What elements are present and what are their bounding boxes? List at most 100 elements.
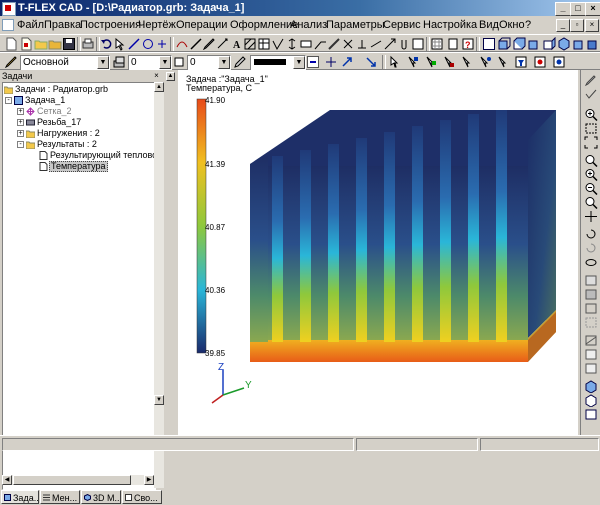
view-back-icon[interactable] <box>586 37 600 51</box>
filter-icon[interactable] <box>514 55 528 69</box>
image-icon[interactable] <box>411 37 425 51</box>
line-type-icon[interactable] <box>306 55 320 69</box>
zoom-previous-icon[interactable] <box>584 196 598 209</box>
tab-3d-model[interactable]: 3D М... <box>81 490 121 504</box>
orbit-icon[interactable] <box>584 256 598 269</box>
zoom-arrow-icon[interactable] <box>364 55 378 69</box>
document-icon[interactable] <box>2 19 14 31</box>
fit-view-icon[interactable] <box>584 136 598 149</box>
shaded-icon[interactable] <box>584 288 598 301</box>
print-icon[interactable] <box>81 37 95 51</box>
save-icon[interactable] <box>62 37 76 51</box>
select-edge-icon[interactable] <box>406 55 420 69</box>
select-body-icon[interactable] <box>442 55 456 69</box>
render-icon[interactable] <box>584 274 598 287</box>
light-icon[interactable] <box>584 362 598 375</box>
blue-arrow-icon[interactable] <box>340 55 354 69</box>
new-doc-icon[interactable] <box>4 37 18 51</box>
mdi-minimize-button[interactable]: _ <box>556 19 570 32</box>
tab-properties[interactable]: Сво... <box>122 490 162 504</box>
menu-formatting[interactable]: Оформление <box>230 16 298 34</box>
view-bottom-icon[interactable] <box>572 37 586 51</box>
menu-settings[interactable]: Настройка <box>423 16 477 34</box>
leader-icon[interactable] <box>313 37 327 51</box>
zoom-out-icon[interactable] <box>584 182 598 195</box>
tree-horizontal-scrollbar[interactable]: ◀ ▶ <box>2 475 154 485</box>
mdi-restore-button[interactable]: ▫ <box>570 19 584 32</box>
weld-icon[interactable] <box>369 37 383 51</box>
grid-icon[interactable] <box>430 37 444 51</box>
select-all-icon[interactable] <box>496 55 510 69</box>
check-icon[interactable] <box>584 88 598 101</box>
line-icon[interactable] <box>127 37 141 51</box>
circle-icon[interactable] <box>141 37 155 51</box>
color-picker-icon[interactable] <box>233 55 247 69</box>
select-mode-icon[interactable] <box>388 55 402 69</box>
maximize-button[interactable]: □ <box>570 2 586 16</box>
menu-file[interactable]: Файл <box>17 16 44 34</box>
open-recent-icon[interactable] <box>48 37 62 51</box>
rotate-axis-icon[interactable] <box>584 242 598 255</box>
view-settings-icon[interactable] <box>584 408 598 421</box>
minimize-button[interactable]: _ <box>555 2 571 16</box>
tolerance-icon[interactable] <box>299 37 313 51</box>
panel-splitter[interactable]: ▲ <box>165 70 176 435</box>
help-icon[interactable]: ? <box>461 37 475 51</box>
menu-edit[interactable]: Правка <box>44 16 81 34</box>
close-icon[interactable]: × <box>152 71 161 80</box>
collapse-icon[interactable]: - <box>17 141 24 148</box>
scroll-thumb[interactable] <box>13 475 131 485</box>
table-icon[interactable] <box>257 37 271 51</box>
snap-icon[interactable] <box>175 37 189 51</box>
point-icon[interactable] <box>155 37 169 51</box>
text-icon[interactable]: A <box>230 37 244 51</box>
selector-icon[interactable] <box>552 55 566 69</box>
menu-analysis[interactable]: Анализ <box>290 16 327 34</box>
new-3d-icon[interactable] <box>19 37 33 51</box>
pencil-icon[interactable] <box>4 55 18 69</box>
select-vertex-icon[interactable] <box>478 55 492 69</box>
3d-viewport[interactable]: Задача :"Задача_1" Температура, С 41.90 … <box>178 70 578 435</box>
scroll-up-arrow-icon[interactable]: ▲ <box>154 82 164 92</box>
select-loop-icon[interactable] <box>460 55 474 69</box>
chevron-down-icon[interactable]: ▼ <box>97 56 109 69</box>
zoom-icon[interactable] <box>584 154 598 167</box>
layer-icon[interactable] <box>112 55 126 69</box>
zoom-in-icon[interactable] <box>584 108 598 121</box>
material-icon[interactable] <box>584 348 598 361</box>
tab-menu[interactable]: Мен... <box>40 490 80 504</box>
view-cube-alt-icon[interactable] <box>584 394 598 407</box>
scroll-right-arrow-icon[interactable]: ▶ <box>144 475 154 485</box>
expand-icon[interactable]: + <box>17 119 24 126</box>
scroll-down-arrow-icon[interactable]: ▼ <box>154 395 164 405</box>
scroll-up-arrow-icon[interactable]: ▲ <box>166 72 175 81</box>
undo-icon[interactable] <box>100 37 114 51</box>
menu-service[interactable]: Сервис <box>383 16 421 34</box>
rotate-icon[interactable] <box>584 228 598 241</box>
expand-icon[interactable]: + <box>17 108 24 115</box>
scroll-left-arrow-icon[interactable]: ◀ <box>2 475 12 485</box>
draw-icon[interactable] <box>584 74 598 87</box>
cursor-icon[interactable] <box>113 37 127 51</box>
menu-parameters[interactable]: Параметры <box>326 16 385 34</box>
zoom-window-icon[interactable] <box>584 122 598 135</box>
book-icon[interactable] <box>446 37 460 51</box>
open-folder-icon[interactable] <box>34 37 48 51</box>
menu-operations[interactable]: Операции <box>176 16 227 34</box>
view-iso-icon[interactable] <box>557 37 571 51</box>
zoom-plus-icon[interactable] <box>584 168 598 181</box>
move-icon[interactable] <box>324 55 338 69</box>
view-cube-icon[interactable] <box>584 380 598 393</box>
select-face-icon[interactable] <box>424 55 438 69</box>
menu-window[interactable]: Окно <box>499 16 525 34</box>
tree-scrollbar[interactable]: ▲ ▼ <box>154 82 164 488</box>
view-top-icon[interactable] <box>512 37 526 51</box>
arrow-icon[interactable] <box>383 37 397 51</box>
priority-icon[interactable] <box>172 55 186 69</box>
menu-help[interactable]: ? <box>525 16 531 34</box>
mark-icon[interactable] <box>341 37 355 51</box>
hatch-icon[interactable] <box>243 37 257 51</box>
chevron-down-icon[interactable]: ▼ <box>218 56 230 69</box>
hidden-lines-icon[interactable] <box>584 316 598 329</box>
roughness-icon[interactable] <box>271 37 285 51</box>
